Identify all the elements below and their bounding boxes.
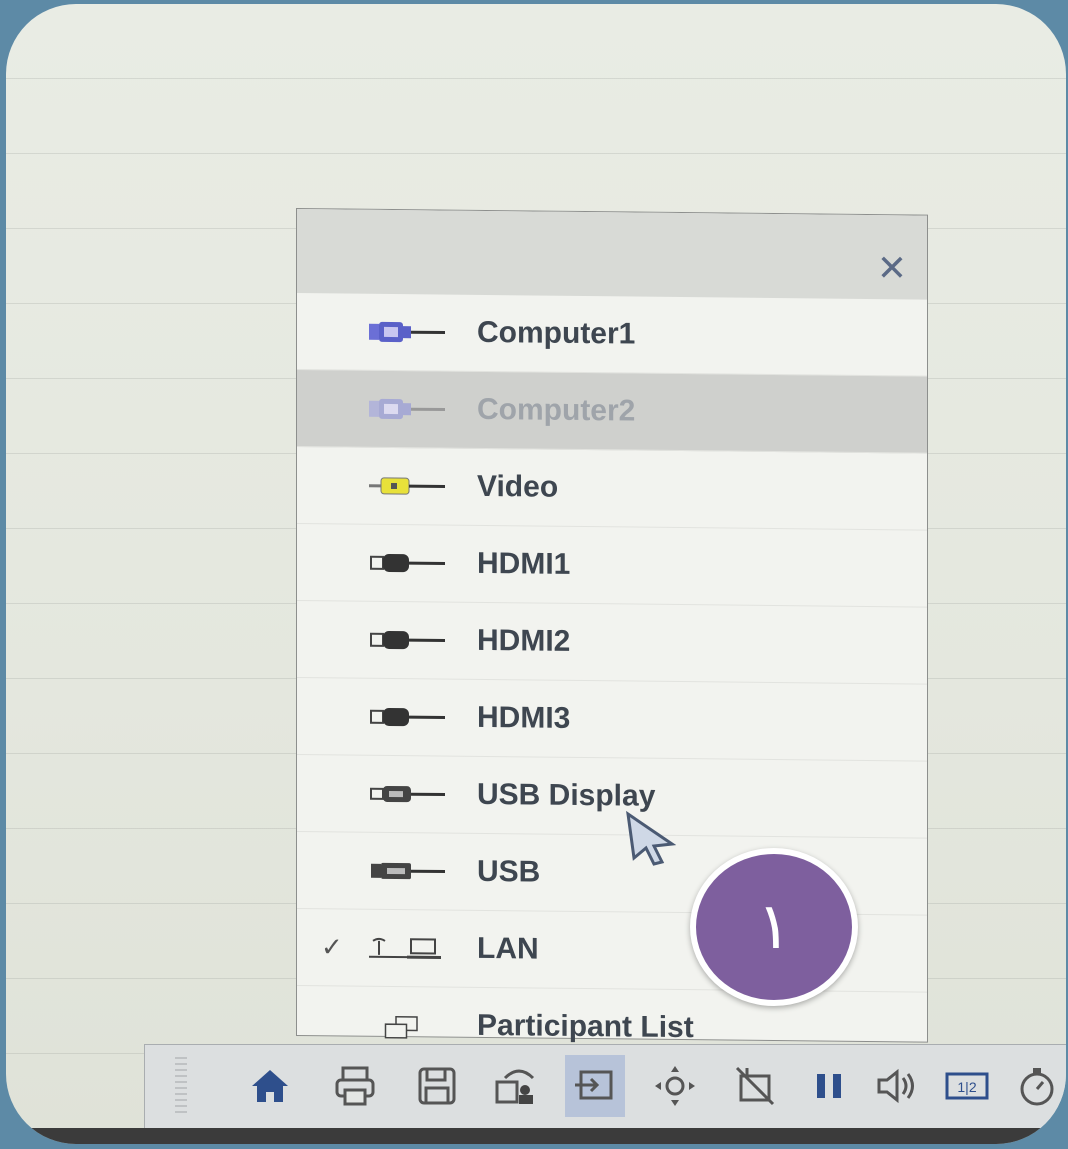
split-screen-icon[interactable]: 1|2 bbox=[937, 1055, 997, 1117]
vga-connector-icon bbox=[369, 398, 445, 420]
pause-icon[interactable] bbox=[799, 1055, 859, 1117]
rca-connector-icon bbox=[369, 477, 445, 495]
zoom-move-icon[interactable] bbox=[645, 1055, 705, 1117]
source-item-computer1[interactable]: Computer1 bbox=[297, 293, 927, 377]
check-icon: ✓ bbox=[321, 931, 343, 962]
source-item-label: Video bbox=[477, 469, 559, 504]
badge-text: ١ bbox=[756, 890, 792, 964]
svg-text:1|2: 1|2 bbox=[957, 1079, 976, 1095]
screen-bottom-edge bbox=[6, 1128, 1066, 1144]
source-item-label: Computer2 bbox=[477, 392, 636, 428]
source-item-label: HDMI2 bbox=[477, 623, 571, 658]
usb-icon bbox=[371, 862, 445, 880]
freeze-off-icon[interactable] bbox=[725, 1055, 785, 1117]
source-item-hdmi2[interactable]: HDMI2 bbox=[297, 601, 927, 685]
source-item-label: Computer1 bbox=[477, 315, 636, 351]
bottom-toolbar: 1|2 bbox=[144, 1044, 1066, 1130]
hdmi-connector-icon bbox=[370, 553, 445, 573]
vga-connector-icon bbox=[369, 321, 445, 343]
source-item-hdmi3[interactable]: HDMI3 bbox=[297, 678, 927, 762]
source-item-computer2[interactable]: Computer2 bbox=[297, 370, 927, 454]
participant-list-icon bbox=[384, 1016, 418, 1039]
source-item-label: Participant List bbox=[477, 1008, 694, 1045]
timer-icon[interactable] bbox=[1007, 1055, 1066, 1117]
hdmi-connector-icon bbox=[370, 707, 445, 727]
save-icon[interactable] bbox=[407, 1055, 467, 1117]
lan-laptop-icon bbox=[369, 937, 441, 960]
toolbar-grip[interactable] bbox=[175, 1057, 187, 1117]
source-item-label: LAN bbox=[477, 931, 539, 966]
mouse-cursor-icon bbox=[626, 810, 676, 866]
source-item-label: HDMI3 bbox=[477, 700, 571, 735]
share-screen-icon[interactable] bbox=[487, 1055, 547, 1117]
source-item-hdmi1[interactable]: HDMI1 bbox=[297, 524, 927, 608]
source-item-label: HDMI1 bbox=[477, 546, 571, 581]
menu-titlebar: ✕ bbox=[297, 209, 927, 300]
home-icon[interactable] bbox=[240, 1055, 300, 1117]
print-icon[interactable] bbox=[325, 1055, 385, 1117]
source-item-label: USB bbox=[477, 854, 541, 889]
source-item-video[interactable]: Video bbox=[297, 447, 927, 531]
usb-display-icon bbox=[370, 785, 445, 803]
step-number-badge: ١ bbox=[690, 848, 858, 1006]
source-item-usb-display[interactable]: USB Display bbox=[297, 755, 927, 839]
source-item-label: USB Display bbox=[477, 777, 656, 813]
close-button[interactable]: ✕ bbox=[875, 247, 909, 288]
source-switch-icon[interactable] bbox=[565, 1055, 625, 1117]
hdmi-connector-icon bbox=[370, 630, 445, 650]
volume-icon[interactable] bbox=[867, 1055, 927, 1117]
projector-screen: ✕ Computer1 Computer2 Video HDMI1 HDMI2 … bbox=[6, 4, 1066, 1144]
